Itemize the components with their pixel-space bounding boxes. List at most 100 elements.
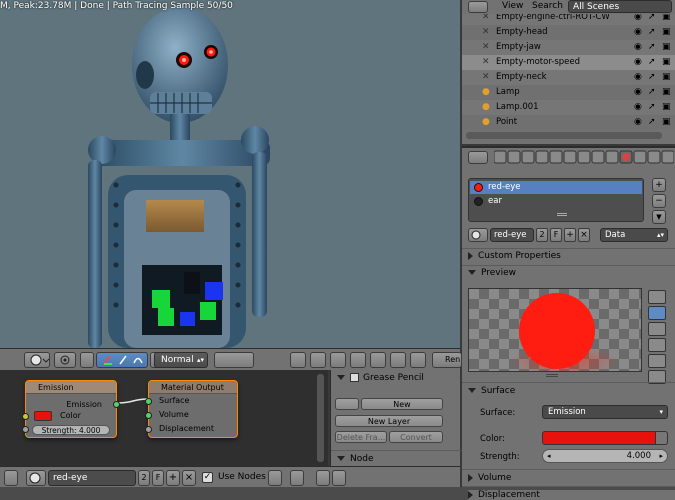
transform-orientation-select[interactable]: Normal ▴▾: [154, 352, 208, 368]
surface-input-socket[interactable]: [145, 398, 152, 405]
outliner-item[interactable]: ● Lamp ◉ ➚ ▣: [462, 85, 675, 100]
strength-field[interactable]: ◂ 4.000 ▸: [542, 449, 668, 463]
scene-select[interactable]: All Scenes: [568, 0, 672, 13]
color-swatch[interactable]: [542, 431, 656, 445]
material-fake-user-button[interactable]: F: [550, 228, 562, 242]
outliner-item[interactable]: ✕ Empty-engine-ctrl-ROT-CW ◉ ➚ ▣: [462, 14, 675, 25]
transform-manipulator-toggle[interactable]: [80, 352, 94, 368]
material-browse-button[interactable]: [468, 228, 488, 242]
outliner-item[interactable]: ✕ Empty-neck ◉ ➚ ▣: [462, 70, 675, 85]
node-panel-header[interactable]: Node: [337, 454, 374, 464]
eye-icon[interactable]: ◉: [634, 14, 642, 25]
surface-header[interactable]: Surface: [468, 386, 515, 396]
increment-icon[interactable]: ▸: [659, 450, 663, 462]
3d-viewport[interactable]: M, Peak:23.78M | Done | Path Tracing Sam…: [0, 0, 460, 348]
material-slot[interactable]: ear: [470, 195, 642, 208]
displacement-input-socket[interactable]: [145, 426, 152, 433]
cursor-icon[interactable]: ➚: [648, 55, 656, 70]
outliner-item[interactable]: ● Lamp.001 ◉ ➚ ▣: [462, 100, 675, 115]
search-menu[interactable]: Search: [532, 1, 563, 11]
decrement-icon[interactable]: ◂: [547, 450, 551, 462]
editor-type-button[interactable]: [4, 470, 18, 486]
eye-icon[interactable]: ◉: [634, 40, 642, 55]
emission-node[interactable]: Emission Emission Color Strength: 4.000: [22, 380, 120, 438]
delete-frame-button[interactable]: Delete Fra...: [335, 431, 387, 443]
outliner-editor-button[interactable]: [468, 1, 488, 13]
grease-pencil-checkbox[interactable]: [350, 373, 359, 382]
render-button[interactable]: Ren: [432, 352, 462, 368]
use-nodes-checkbox[interactable]: ✓: [202, 472, 213, 483]
cursor-icon[interactable]: ➚: [648, 70, 656, 85]
convert-button[interactable]: Convert: [389, 431, 443, 443]
properties-editor-button[interactable]: [468, 151, 488, 164]
unlink-button[interactable]: ×: [578, 228, 590, 242]
strength-input-socket[interactable]: [22, 426, 29, 433]
node-editor-scrollbar[interactable]: [317, 374, 324, 462]
list-resize-icon[interactable]: [557, 213, 567, 216]
material-sphere-icon[interactable]: [26, 470, 46, 486]
outliner-item[interactable]: ● Point ◉ ➚ ▣: [462, 115, 675, 130]
emission-output-socket[interactable]: [113, 401, 120, 408]
outliner-item[interactable]: ✕ Empty-jaw ◉ ➚ ▣: [462, 40, 675, 55]
new-material-button[interactable]: +: [564, 228, 576, 242]
properties-tabs[interactable]: [494, 150, 674, 166]
render-icon[interactable]: ▣: [662, 115, 671, 130]
render-camera-button[interactable]: [390, 352, 406, 368]
material-output-node[interactable]: Material Output Surface Volume Displacem…: [145, 380, 238, 438]
eye-icon[interactable]: ◉: [634, 115, 642, 130]
unlink-material-button[interactable]: ×: [182, 470, 196, 486]
material-name-input[interactable]: red-eye: [490, 228, 534, 242]
material-slot[interactable]: red-eye: [470, 181, 642, 194]
new-grease-button[interactable]: New: [361, 398, 443, 410]
render-icon[interactable]: ▣: [662, 14, 671, 25]
node-editor[interactable]: Emission Emission Color Strength: 4.000 …: [0, 370, 328, 466]
material-slot-list[interactable]: red-eye ear: [468, 178, 644, 222]
proportional-edit-button[interactable]: [350, 352, 366, 368]
snap-node-button[interactable]: [290, 470, 304, 486]
outliner-item[interactable]: ✕ Empty-motor-speed ◉ ➚ ▣: [462, 55, 675, 70]
volume-input-socket[interactable]: [145, 412, 152, 419]
grease-pencil-header[interactable]: Grease Pencil: [337, 373, 424, 383]
copy-nodes-button[interactable]: [316, 470, 330, 486]
outliner-scrollbar[interactable]: [466, 132, 662, 139]
viewport-shading-button[interactable]: [24, 352, 50, 368]
emission-color-swatch[interactable]: [34, 411, 52, 421]
layer-buttons[interactable]: [214, 352, 254, 368]
eye-icon[interactable]: ◉: [634, 85, 642, 100]
outliner-item[interactable]: ✕ Empty-head ◉ ➚ ▣: [462, 25, 675, 40]
preview-header[interactable]: Preview: [468, 268, 516, 278]
custom-properties-header[interactable]: Custom Properties: [468, 251, 561, 261]
render-icon[interactable]: ▣: [662, 85, 671, 100]
manipulator-group[interactable]: [96, 352, 148, 368]
snap-target-button[interactable]: [370, 352, 386, 368]
pencil-icon[interactable]: [335, 398, 359, 410]
cursor-icon[interactable]: ➚: [648, 25, 656, 40]
surface-shader-select[interactable]: Emission ▾: [542, 405, 668, 419]
render-icon[interactable]: ▣: [662, 70, 671, 85]
render-icon[interactable]: ▣: [662, 40, 671, 55]
render-icon[interactable]: ▣: [662, 100, 671, 115]
view-menu[interactable]: View: [502, 1, 523, 11]
eye-icon[interactable]: ◉: [634, 100, 642, 115]
user-count-button[interactable]: 2: [138, 470, 150, 486]
strength-slider[interactable]: Strength: 4.000: [32, 425, 110, 435]
paste-nodes-button[interactable]: [332, 470, 346, 486]
backdrop-button[interactable]: [268, 470, 282, 486]
cursor-icon[interactable]: ➚: [648, 40, 656, 55]
lock-layer-button[interactable]: [290, 352, 306, 368]
new-layer-button[interactable]: New Layer: [335, 415, 443, 427]
magnet-icon[interactable]: [330, 352, 346, 368]
displacement-header[interactable]: Displacement: [468, 490, 675, 500]
eye-icon[interactable]: ◉: [634, 25, 642, 40]
color-input-socket[interactable]: [22, 413, 29, 420]
snap-button[interactable]: [310, 352, 326, 368]
material-name-field[interactable]: red-eye: [48, 470, 136, 486]
render-icon[interactable]: ▣: [662, 55, 671, 70]
cursor-icon[interactable]: ➚: [648, 85, 656, 100]
preview-resize-icon[interactable]: [546, 374, 558, 377]
volume-header[interactable]: Volume: [468, 473, 511, 483]
material-users-button[interactable]: 2: [536, 228, 548, 242]
add-material-button[interactable]: +: [166, 470, 180, 486]
properties-scrollbar[interactable]: [654, 170, 660, 470]
eye-icon[interactable]: ◉: [634, 55, 642, 70]
